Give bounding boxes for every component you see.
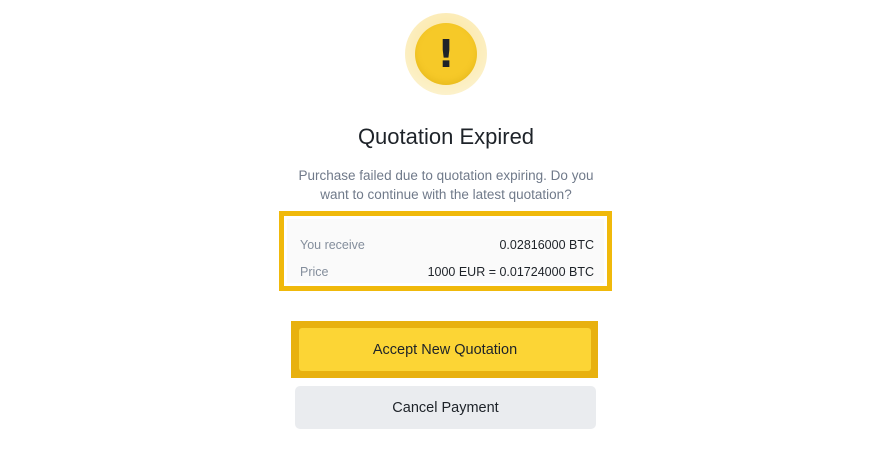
quote-summary-card: You receive 0.02816000 BTC Price 1000 EU… bbox=[287, 219, 604, 283]
cancel-payment-button[interactable]: Cancel Payment bbox=[295, 386, 596, 429]
price-value: 1000 EUR = 0.01724000 BTC bbox=[427, 265, 594, 279]
receive-label: You receive bbox=[300, 238, 365, 252]
exclamation-glyph: ! bbox=[437, 32, 455, 76]
receive-value: 0.02816000 BTC bbox=[499, 238, 594, 252]
accept-new-quotation-button[interactable]: Accept New Quotation bbox=[299, 328, 591, 371]
dialog-description: Purchase failed due to quotation expirin… bbox=[298, 168, 594, 202]
price-label: Price bbox=[300, 265, 329, 279]
quote-row-price: Price 1000 EUR = 0.01724000 BTC bbox=[300, 262, 594, 282]
exclamation-warning-icon: ! bbox=[415, 23, 477, 85]
quote-row-receive: You receive 0.02816000 BTC bbox=[300, 235, 594, 255]
dialog-title: Quotation Expired bbox=[357, 124, 535, 149]
quote-summary-highlight: You receive 0.02816000 BTC Price 1000 EU… bbox=[279, 211, 612, 291]
warning-icon-badge: ! bbox=[405, 13, 487, 95]
